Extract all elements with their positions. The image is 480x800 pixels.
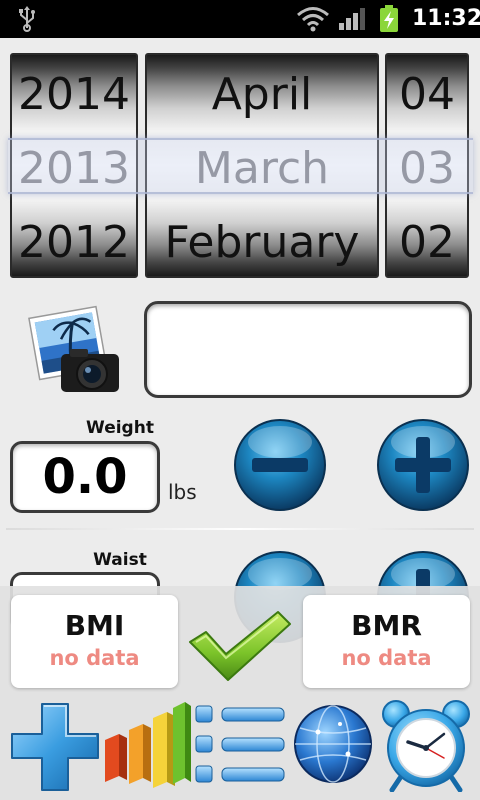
usb-icon — [19, 6, 35, 32]
bar-chart-icon[interactable] — [103, 700, 193, 790]
picker-selection-band — [8, 138, 473, 194]
bmr-title: BMR — [351, 609, 422, 642]
day-below[interactable]: 02 — [387, 205, 467, 276]
list-icon[interactable] — [192, 700, 288, 792]
year-below[interactable]: 2012 — [12, 205, 136, 276]
weight-increase-button[interactable] — [376, 418, 470, 512]
status-bar: 11:32 — [0, 0, 480, 38]
camera-photo-icon[interactable] — [28, 304, 123, 396]
battery-charging-icon — [380, 5, 398, 32]
bmr-card[interactable]: BMR no data — [303, 595, 470, 688]
save-check-button[interactable] — [186, 608, 294, 686]
bmi-card[interactable]: BMI no data — [11, 595, 178, 688]
weight-label: Weight — [86, 418, 154, 438]
add-icon[interactable] — [10, 700, 100, 792]
weight-decrease-button[interactable] — [233, 418, 327, 512]
globe-icon[interactable] — [292, 702, 374, 788]
bmi-value: no data — [49, 646, 140, 670]
section-divider — [6, 528, 474, 530]
day-above[interactable]: 04 — [387, 57, 467, 132]
bmr-value: no data — [341, 646, 432, 670]
note-input[interactable] — [144, 301, 472, 398]
month-below[interactable]: February — [147, 205, 377, 276]
weight-unit: lbs — [168, 480, 197, 504]
bmi-title: BMI — [64, 609, 125, 642]
weight-value-field[interactable]: 0.0 — [10, 441, 160, 513]
signal-icon — [339, 8, 365, 30]
month-above[interactable]: April — [147, 57, 377, 132]
year-above[interactable]: 2014 — [12, 57, 136, 132]
waist-label: Waist — [93, 550, 147, 570]
alarm-clock-icon[interactable] — [380, 700, 472, 792]
status-time: 11:32 — [412, 6, 480, 31]
wifi-icon — [297, 7, 329, 32]
